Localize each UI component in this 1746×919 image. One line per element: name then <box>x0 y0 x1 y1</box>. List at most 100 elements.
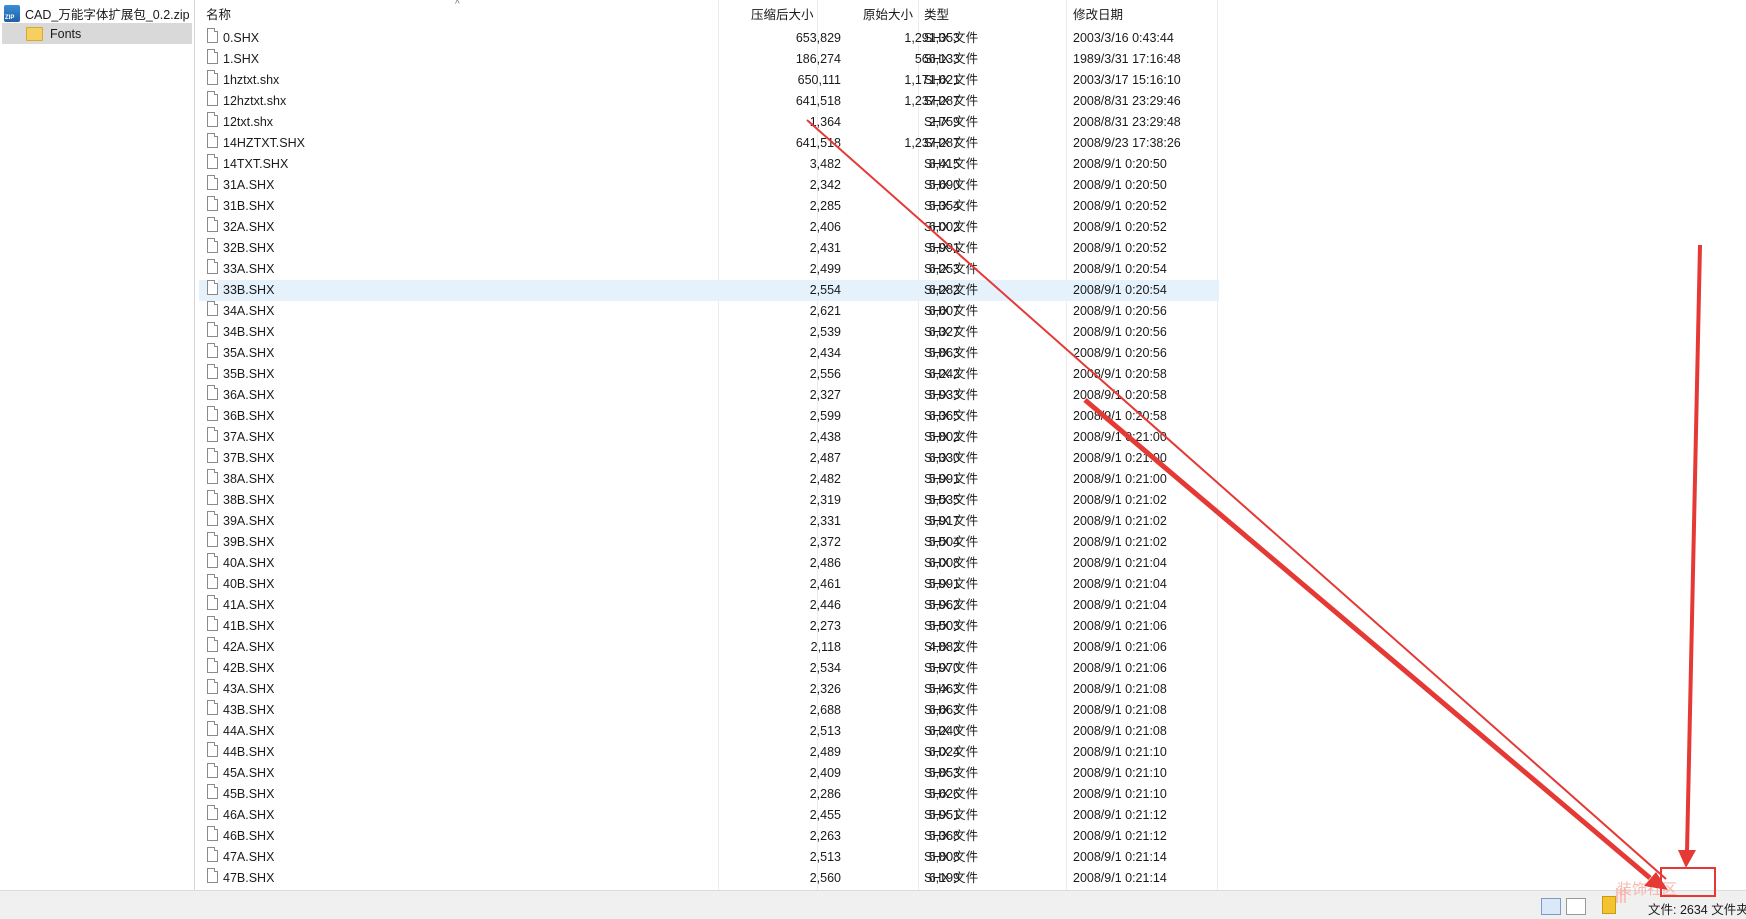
file-compressed-size: 2,326 <box>809 682 841 696</box>
file-row[interactable]: 47B.SHX 2,560 6,199 SHX 文件 2008/9/1 0:21:14 <box>199 868 1219 889</box>
file-name: 33A.SHX <box>223 262 275 276</box>
file-name: 12hztxt.shx <box>223 94 287 108</box>
file-name: 38B.SHX <box>223 493 275 507</box>
file-modified-date: 2008/9/1 0:20:56 <box>1073 325 1167 339</box>
details-view-icon[interactable] <box>1541 898 1561 915</box>
file-row[interactable]: 1.SHX 186,274 566,133 SHX 文件 1989/3/31 17:16… <box>199 49 1219 70</box>
file-row[interactable]: 41A.SHX 2,446 5,962 SHX 文件 2008/9/1 0:21:04 <box>199 595 1219 616</box>
file-modified-date: 2008/9/1 0:21:02 <box>1073 535 1167 549</box>
file-row[interactable]: 37A.SHX 2,438 5,802 SHX 文件 2008/9/1 0:21:00 <box>199 427 1219 448</box>
file-row[interactable]: 34A.SHX 2,621 6,607 SHX 文件 2008/9/1 0:20:56 <box>199 301 1219 322</box>
file-name: 1hztxt.shx <box>223 73 280 87</box>
file-modified-date: 2008/9/1 0:20:52 <box>1073 199 1167 213</box>
file-row[interactable]: 45A.SHX 2,409 5,853 SHX 文件 2008/9/1 0:21:10 <box>199 763 1219 784</box>
file-name: 42A.SHX <box>223 640 275 654</box>
file-type: SHX 文件 <box>924 115 979 129</box>
file-icon <box>207 532 218 547</box>
file-row[interactable]: 42A.SHX 2,118 4,882 SHX 文件 2008/9/1 0:21:06 <box>199 637 1219 658</box>
file-modified-date: 1989/3/31 17:16:48 <box>1073 52 1181 66</box>
file-name: 44B.SHX <box>223 745 275 759</box>
file-row[interactable]: 33A.SHX 2,499 6,253 SHX 文件 2008/9/1 0:20:54 <box>199 259 1219 280</box>
file-type: SHX 文件 <box>924 829 979 843</box>
file-row[interactable]: 46B.SHX 2,263 5,368 SHX 文件 2008/9/1 0:21:12 <box>199 826 1219 847</box>
file-name: 1.SHX <box>223 52 260 66</box>
file-name: 39A.SHX <box>223 514 275 528</box>
file-type: SHX 文件 <box>924 73 979 87</box>
file-icon <box>207 259 218 274</box>
tree-item-fonts[interactable]: Fonts <box>2 23 192 44</box>
file-row[interactable]: 46A.SHX 2,455 5,951 SHX 文件 2008/9/1 0:21:12 <box>199 805 1219 826</box>
file-row[interactable]: 0.SHX 653,829 1,291,353 SHX 文件 2003/3/16 0:4… <box>199 28 1219 49</box>
file-row[interactable]: 34B.SHX 2,539 6,327 SHX 文件 2008/9/1 0:20:56 <box>199 322 1219 343</box>
file-compressed-size: 2,487 <box>809 451 841 465</box>
file-row[interactable]: 14HZTXT.SHX 641,518 1,237,287 SHX 文件 2008/9/… <box>199 133 1219 154</box>
file-row[interactable]: 39A.SHX 2,331 5,917 SHX 文件 2008/9/1 0:21:02 <box>199 511 1219 532</box>
tree-item-archive[interactable]: CAD_万能字体扩展包_0.2.zip <box>4 3 190 24</box>
file-type: SHX 文件 <box>924 493 979 507</box>
file-type: SHX 文件 <box>924 577 979 591</box>
file-row[interactable]: 38B.SHX 2,319 5,535 SHX 文件 2008/9/1 0:21:02 <box>199 490 1219 511</box>
file-type: SHX 文件 <box>924 388 979 402</box>
file-type: SHX 文件 <box>924 367 979 381</box>
file-row[interactable]: 36A.SHX 2,327 5,933 SHX 文件 2008/9/1 0:20:58 <box>199 385 1219 406</box>
file-row[interactable]: 36B.SHX 2,599 6,365 SHX 文件 2008/9/1 0:20:58 <box>199 406 1219 427</box>
file-row[interactable]: 14TXT.SHX 3,482 8,415 SHX 文件 2008/9/1 0:20:5… <box>199 154 1219 175</box>
file-icon <box>207 847 218 862</box>
file-compressed-size: 2,434 <box>809 346 841 360</box>
file-type: SHX 文件 <box>924 136 979 150</box>
file-type: SHX 文件 <box>924 871 979 885</box>
file-row[interactable]: 43A.SHX 2,326 5,463 SHX 文件 2008/9/1 0:21:08 <box>199 679 1219 700</box>
file-icon <box>207 721 218 736</box>
file-modified-date: 2008/9/1 0:20:54 <box>1073 262 1167 276</box>
file-row[interactable]: 35B.SHX 2,556 6,242 SHX 文件 2008/9/1 0:20:58 <box>199 364 1219 385</box>
thumbnail-view-icon[interactable] <box>1566 898 1586 915</box>
file-compressed-size: 1,364 <box>809 115 841 129</box>
file-row[interactable]: 33B.SHX 2,554 6,282 SHX 文件 2008/9/1 0:20:54 <box>199 280 1219 301</box>
file-modified-date: 2008/9/1 0:21:06 <box>1073 640 1167 654</box>
file-row[interactable]: 44A.SHX 2,513 6,240 SHX 文件 2008/9/1 0:21:08 <box>199 721 1219 742</box>
column-header-compressed[interactable]: 压缩后大小 <box>751 4 814 26</box>
file-row[interactable]: 35A.SHX 2,434 5,863 SHX 文件 2008/9/1 0:20:56 <box>199 343 1219 364</box>
file-row[interactable]: 32A.SHX 2,406 6,002 SHX 文件 2008/9/1 0:20:52 <box>199 217 1219 238</box>
file-row[interactable]: 12hztxt.shx 641,518 1,237,287 SHX 文件 2008/8/… <box>199 91 1219 112</box>
file-icon <box>207 553 218 568</box>
file-icon <box>207 196 218 211</box>
file-row[interactable]: 40B.SHX 2,461 5,991 SHX 文件 2008/9/1 0:21:04 <box>199 574 1219 595</box>
file-row[interactable]: 31B.SHX 2,285 5,354 SHX 文件 2008/9/1 0:20:52 <box>199 196 1219 217</box>
file-type: SHX 文件 <box>924 808 979 822</box>
file-row[interactable]: 45B.SHX 2,286 5,626 SHX 文件 2008/9/1 0:21:10 <box>199 784 1219 805</box>
file-row[interactable]: 32B.SHX 2,431 5,991 SHX 文件 2008/9/1 0:20:52 <box>199 238 1219 259</box>
file-type: SHX 文件 <box>924 31 979 45</box>
file-row[interactable]: 38A.SHX 2,482 5,991 SHX 文件 2008/9/1 0:21:00 <box>199 469 1219 490</box>
file-row[interactable]: 1hztxt.shx 650,111 1,171,621 SHX 文件 2003/3/1… <box>199 70 1219 91</box>
file-row[interactable]: 44B.SHX 2,489 6,024 SHX 文件 2008/9/1 0:21:10 <box>199 742 1219 763</box>
file-row[interactable]: 37B.SHX 2,487 6,330 SHX 文件 2008/9/1 0:21:00 <box>199 448 1219 469</box>
file-compressed-size: 2,556 <box>809 367 841 381</box>
file-type: SHX 文件 <box>924 346 979 360</box>
file-row[interactable]: 41B.SHX 2,273 5,503 SHX 文件 2008/9/1 0:21:06 <box>199 616 1219 637</box>
file-name: 12txt.shx <box>223 115 274 129</box>
column-header-name[interactable]: 名称 <box>206 4 231 26</box>
file-compressed-size: 2,409 <box>809 766 841 780</box>
file-icon <box>207 574 218 589</box>
file-type: SHX 文件 <box>924 409 979 423</box>
file-compressed-size: 2,560 <box>809 871 841 885</box>
file-row[interactable]: 47A.SHX 2,513 5,808 SHX 文件 2008/9/1 0:21:14 <box>199 847 1219 868</box>
file-row[interactable]: 42B.SHX 2,534 5,970 SHX 文件 2008/9/1 0:21:06 <box>199 658 1219 679</box>
file-row[interactable]: 40A.SHX 2,486 6,008 SHX 文件 2008/9/1 0:21:04 <box>199 553 1219 574</box>
column-header-original[interactable]: 原始大小 <box>863 4 913 26</box>
file-modified-date: 2008/9/1 0:21:04 <box>1073 577 1167 591</box>
file-row[interactable]: 31A.SHX 2,342 5,690 SHX 文件 2008/9/1 0:20:50 <box>199 175 1219 196</box>
file-compressed-size: 2,342 <box>809 178 841 192</box>
column-header-type[interactable]: 类型 <box>924 4 949 26</box>
file-icon <box>207 511 218 526</box>
file-name: 32B.SHX <box>223 241 275 255</box>
file-row[interactable]: 43B.SHX 2,688 6,663 SHX 文件 2008/9/1 0:21:08 <box>199 700 1219 721</box>
file-compressed-size: 653,829 <box>795 31 841 45</box>
file-modified-date: 2008/9/1 0:21:12 <box>1073 829 1167 843</box>
file-name: 14HZTXT.SHX <box>223 136 305 150</box>
file-row[interactable]: 12txt.shx 1,364 2,759 SHX 文件 2008/8/31 23:29… <box>199 112 1219 133</box>
column-header-modified[interactable]: 修改日期 <box>1073 4 1123 26</box>
file-row[interactable]: 39B.SHX 2,372 5,504 SHX 文件 2008/9/1 0:21:02 <box>199 532 1219 553</box>
file-name: 43B.SHX <box>223 703 275 717</box>
